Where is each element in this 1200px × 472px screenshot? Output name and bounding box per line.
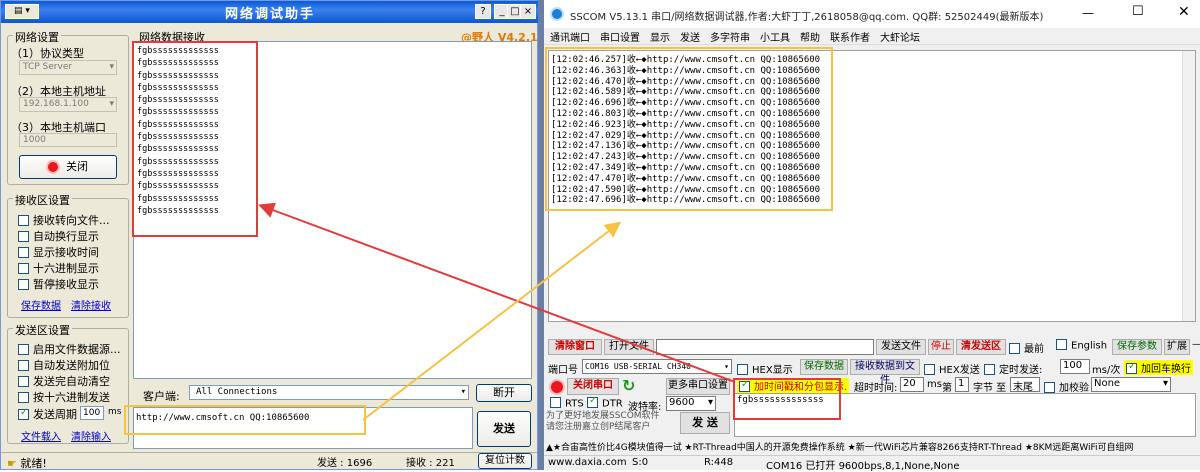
- annotation-arrows: [258, 202, 736, 421]
- red-arrow: [258, 202, 736, 383]
- yellow-arrow: [362, 221, 622, 421]
